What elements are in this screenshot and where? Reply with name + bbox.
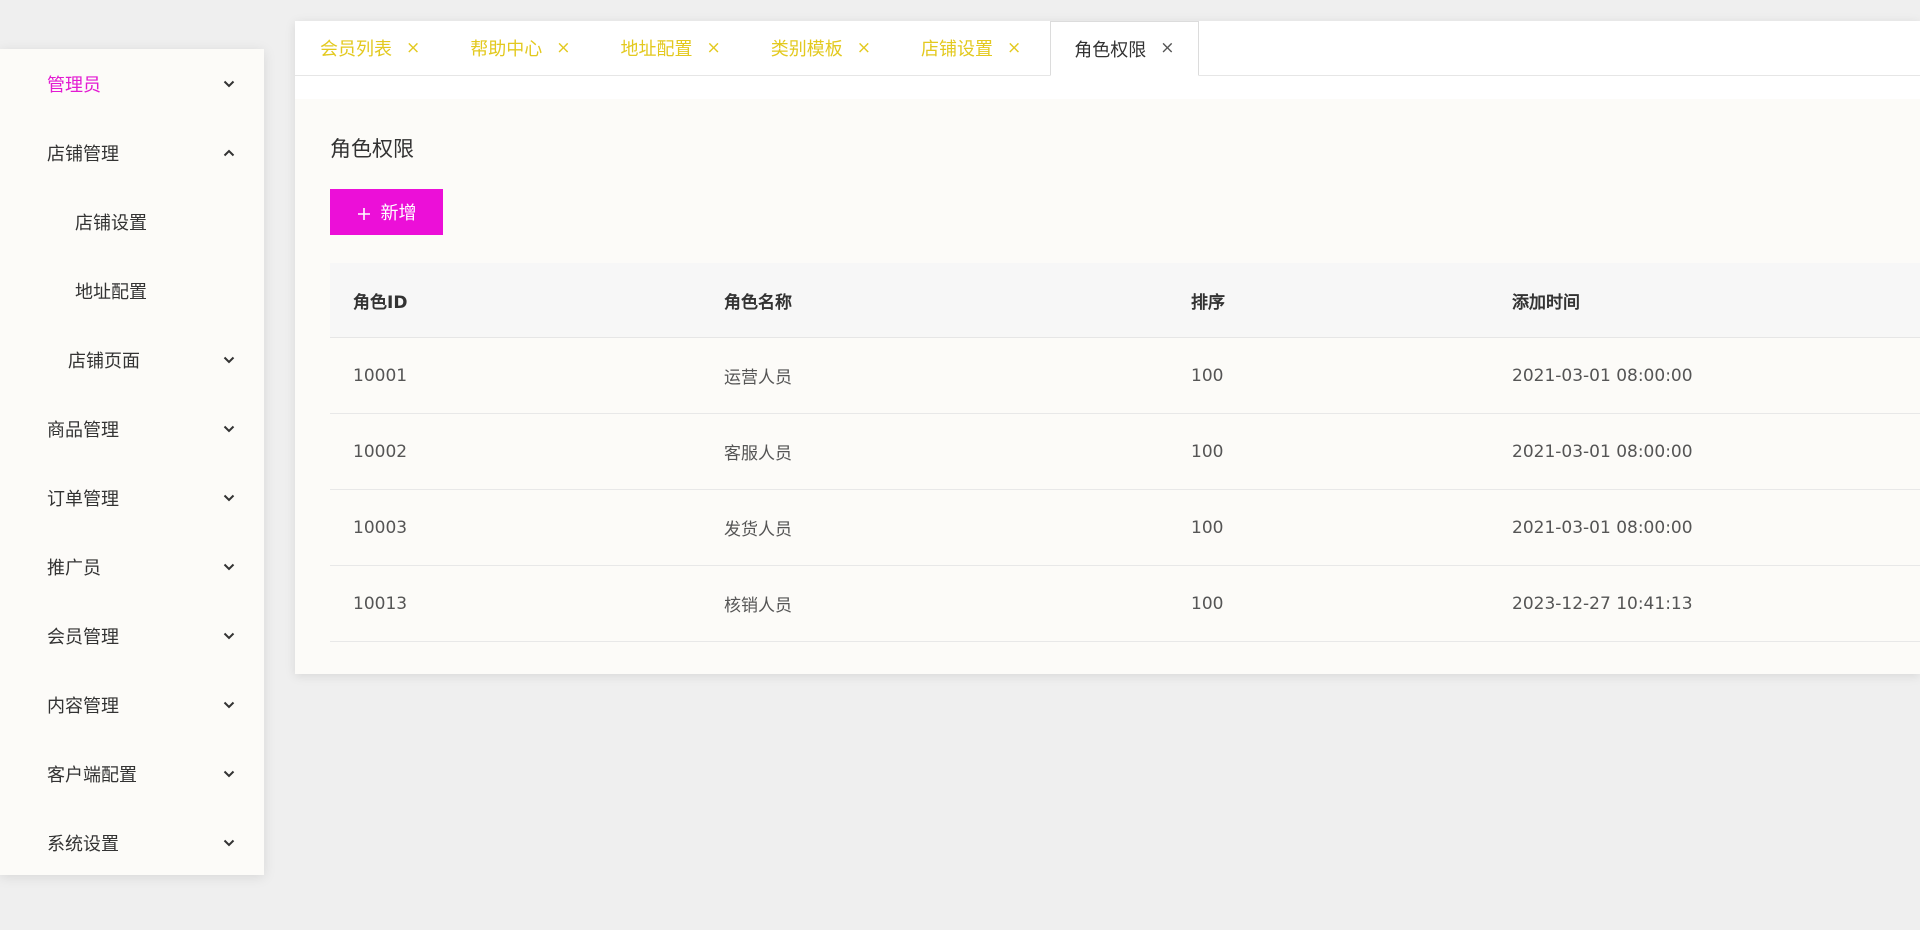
table-row[interactable]: 10002 客服人员 100 2021-03-01 08:00:00 <box>330 414 1920 490</box>
close-icon[interactable]: × <box>857 39 871 57</box>
role-id-cell: 10003 <box>353 517 408 538</box>
sidebar-item-label: 店铺管理 <box>47 143 119 165</box>
sidebar-item-label: 会员管理 <box>47 626 119 648</box>
column-header[interactable]: 角色名称 <box>724 288 1191 313</box>
add-button[interactable]: 新增 <box>330 189 443 235</box>
roles-table: 角色ID 角色名称 排序 添加时间 10001 运营人员 100 2021-03… <box>330 263 1920 642</box>
role-id-cell: 10001 <box>353 365 408 386</box>
chevron-down-icon <box>221 421 237 437</box>
close-icon[interactable]: × <box>556 39 570 57</box>
chevron-down-icon <box>221 697 237 713</box>
role-name-cell: 客服人员 <box>724 444 792 464</box>
added-time-cell: 2021-03-01 08:00:00 <box>1512 517 1693 538</box>
sidebar-item-system-settings[interactable]: 系统设置 <box>0 808 264 877</box>
sidebar-item-label: 商品管理 <box>47 419 119 441</box>
tab-role-permissions[interactable]: 角色权限 × <box>1050 21 1199 76</box>
tab-address-config[interactable]: 地址配置 × <box>596 21 746 75</box>
table-row[interactable]: 10003 发货人员 100 2021-03-01 08:00:00 <box>330 490 1920 566</box>
close-icon[interactable]: × <box>1160 40 1174 57</box>
sidebar-item-store-pages[interactable]: 店铺页面 <box>0 325 264 394</box>
sidebar-item-label: 地址配置 <box>75 281 147 303</box>
tab-label: 会员列表 <box>320 39 392 60</box>
content-area: 角色权限 新增 角色ID 角色名称 排序 添加时间 10001 运营人员 100… <box>295 99 1920 674</box>
sidebar-item-content-management[interactable]: 内容管理 <box>0 670 264 739</box>
tab-member-list[interactable]: 会员列表 × <box>295 21 445 75</box>
sidebar-item-label: 订单管理 <box>47 488 119 510</box>
main-panel: 会员列表 × 帮助中心 × 地址配置 × 类别模板 × 店铺设置 × 角色权限 … <box>295 21 1920 674</box>
sidebar-item-order-management[interactable]: 订单管理 <box>0 463 264 532</box>
column-header[interactable]: 排序 <box>1191 288 1512 313</box>
tab-help-center[interactable]: 帮助中心 × <box>445 21 595 75</box>
tab-label: 角色权限 <box>1074 39 1147 61</box>
sort-cell: 100 <box>1191 593 1224 614</box>
role-id-cell: 10002 <box>353 441 408 462</box>
chevron-down-icon <box>221 766 237 782</box>
chevron-down-icon <box>221 352 237 368</box>
sidebar-item-store-management[interactable]: 店铺管理 <box>0 118 264 187</box>
sort-cell: 100 <box>1191 517 1224 538</box>
sidebar: 管理员 店铺管理 店铺设置 地址配置 店铺页面 商品管理 订单管理 推广员 会员… <box>0 49 264 875</box>
close-icon[interactable]: × <box>707 39 721 57</box>
table-row[interactable]: 10013 核销人员 100 2023-12-27 10:41:13 <box>330 566 1920 642</box>
sidebar-item-product-management[interactable]: 商品管理 <box>0 394 264 463</box>
table-row[interactable]: 10001 运营人员 100 2021-03-01 08:00:00 <box>330 338 1920 414</box>
role-name-cell: 运营人员 <box>724 368 792 388</box>
column-header[interactable]: 添加时间 <box>1512 288 1912 313</box>
sidebar-item-label: 系统设置 <box>47 833 119 855</box>
sidebar-item-address-config[interactable]: 地址配置 <box>0 256 264 325</box>
close-icon[interactable]: × <box>406 39 420 57</box>
sort-cell: 100 <box>1191 365 1224 386</box>
sidebar-item-label: 管理员 <box>47 74 101 96</box>
sidebar-item-label: 内容管理 <box>47 695 119 717</box>
page-title: 角色权限 <box>330 137 414 161</box>
role-name-cell: 发货人员 <box>724 520 792 540</box>
added-time-cell: 2023-12-27 10:41:13 <box>1512 593 1693 614</box>
chevron-up-icon <box>221 145 237 161</box>
sidebar-item-label: 推广员 <box>47 557 101 579</box>
tab-label: 店铺设置 <box>921 39 993 60</box>
role-id-cell: 10013 <box>353 593 408 614</box>
tab-label: 帮助中心 <box>470 39 543 60</box>
sidebar-item-promoter[interactable]: 推广员 <box>0 532 264 601</box>
chevron-down-icon <box>221 490 237 506</box>
chevron-down-icon <box>221 835 237 851</box>
sidebar-item-label: 客户端配置 <box>47 764 137 786</box>
sidebar-item-label: 店铺页面 <box>68 350 140 372</box>
sidebar-item-label: 店铺设置 <box>75 212 147 234</box>
add-button-label: 新增 <box>380 203 417 224</box>
tab-label: 类别模板 <box>770 39 843 60</box>
sidebar-item-client-config[interactable]: 客户端配置 <box>0 739 264 808</box>
sort-cell: 100 <box>1191 441 1224 462</box>
chevron-down-icon <box>221 559 237 575</box>
tab-category-template[interactable]: 类别模板 × <box>746 21 896 75</box>
sidebar-item-member-management[interactable]: 会员管理 <box>0 601 264 670</box>
tab-bar: 会员列表 × 帮助中心 × 地址配置 × 类别模板 × 店铺设置 × 角色权限 … <box>295 21 1920 76</box>
sidebar-item-admin[interactable]: 管理员 <box>0 49 264 118</box>
chevron-down-icon <box>221 628 237 644</box>
table-header-row: 角色ID 角色名称 排序 添加时间 <box>330 263 1920 338</box>
role-name-cell: 核销人员 <box>724 596 792 616</box>
added-time-cell: 2021-03-01 08:00:00 <box>1512 441 1693 462</box>
chevron-down-icon <box>221 76 237 92</box>
tab-label: 地址配置 <box>620 39 693 60</box>
added-time-cell: 2021-03-01 08:00:00 <box>1512 365 1693 386</box>
close-icon[interactable]: × <box>1007 39 1021 57</box>
plus-icon <box>357 207 371 221</box>
sidebar-item-store-settings[interactable]: 店铺设置 <box>0 187 264 256</box>
column-header[interactable]: 角色ID <box>330 288 724 313</box>
tab-store-settings[interactable]: 店铺设置 × <box>896 21 1046 75</box>
